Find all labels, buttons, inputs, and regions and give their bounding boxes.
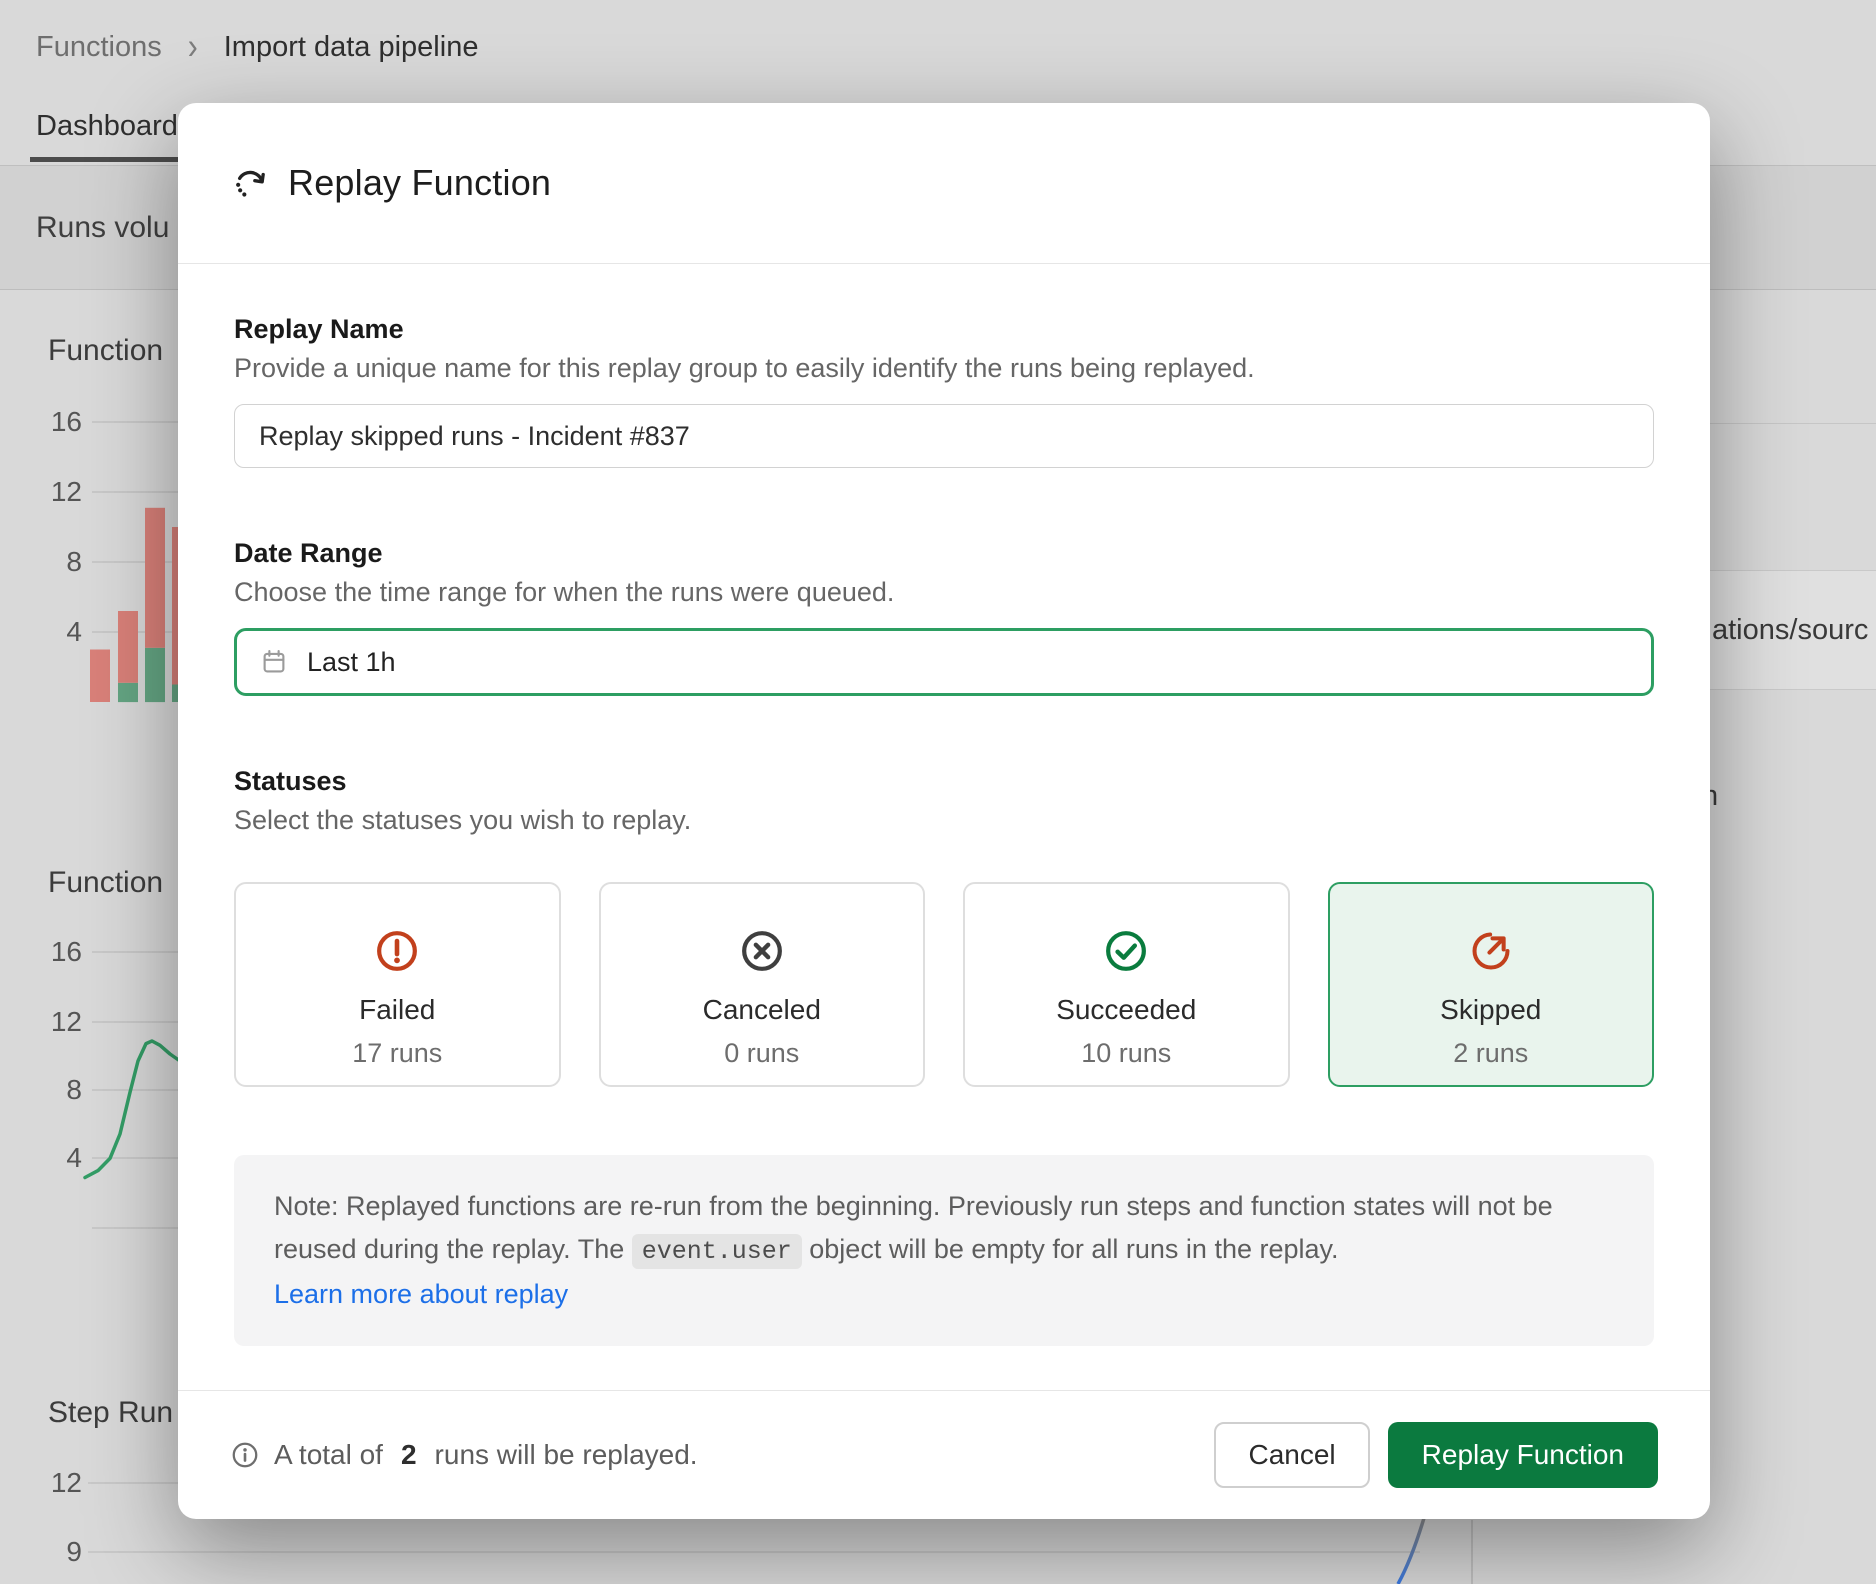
- step-runs-line: [1398, 1518, 1424, 1584]
- chart2-title: Function: [48, 866, 163, 900]
- status-card-runs: 17 runs: [352, 1038, 442, 1069]
- status-card-runs: 2 runs: [1453, 1038, 1528, 1069]
- statuses-section: Statuses Select the statuses you wish to…: [234, 766, 1654, 1087]
- replay-summary: A total of 2 runs will be replayed.: [230, 1439, 698, 1471]
- status-card-succeeded[interactable]: Succeeded 10 runs: [963, 882, 1290, 1087]
- cancel-button[interactable]: Cancel: [1214, 1422, 1369, 1488]
- note-text: Note: Replayed functions are re-run from…: [274, 1185, 1614, 1273]
- chart2-line: [85, 1041, 186, 1178]
- skip-replay-icon: [1468, 928, 1514, 974]
- replay-name-label: Replay Name: [234, 314, 1654, 345]
- breadcrumb-chevron-icon: ›: [188, 26, 198, 69]
- x-circle-icon: [739, 928, 785, 974]
- replay-function-modal: Replay Function Replay Name Provide a un…: [178, 103, 1710, 1519]
- tab-dashboard[interactable]: Dashboard: [36, 110, 178, 143]
- breadcrumb-current-page: Import data pipeline: [224, 31, 479, 64]
- info-icon: [230, 1440, 260, 1470]
- date-range-value: Last 1h: [307, 647, 396, 678]
- summary-suffix: runs will be replayed.: [435, 1439, 698, 1471]
- breadcrumb-functions[interactable]: Functions: [36, 31, 162, 64]
- event-user-code: event.user: [632, 1234, 802, 1269]
- table-row-divider: [1710, 423, 1876, 424]
- status-card-name: Succeeded: [1056, 994, 1196, 1026]
- replay-name-input[interactable]: [234, 404, 1654, 468]
- runs-volume-label: Runs volu: [36, 211, 169, 245]
- table-row-text-fragment: ations/sourc: [1712, 614, 1868, 647]
- summary-count: 2: [401, 1439, 417, 1471]
- replay-icon: [230, 163, 270, 203]
- status-cards: Failed 17 runs Canceled 0 runs: [234, 882, 1654, 1087]
- learn-more-link[interactable]: Learn more about replay: [274, 1273, 568, 1316]
- replay-note: Note: Replayed functions are re-run from…: [234, 1155, 1654, 1346]
- status-card-runs: 0 runs: [724, 1038, 799, 1069]
- statuses-label: Statuses: [234, 766, 1654, 797]
- status-card-name: Skipped: [1440, 994, 1541, 1026]
- chart1-bars: [90, 508, 192, 702]
- statuses-description: Select the statuses you wish to replay.: [234, 805, 1654, 836]
- date-range-picker[interactable]: Last 1h: [234, 628, 1654, 696]
- date-range-description: Choose the time range for when the runs …: [234, 577, 1654, 608]
- footer-buttons: Cancel Replay Function: [1214, 1422, 1658, 1488]
- step-runs-title: Step Run: [48, 1396, 173, 1430]
- status-card-name: Canceled: [703, 994, 821, 1026]
- status-card-runs: 10 runs: [1081, 1038, 1171, 1069]
- status-card-failed[interactable]: Failed 17 runs: [234, 882, 561, 1087]
- replay-name-description: Provide a unique name for this replay gr…: [234, 353, 1654, 384]
- replay-name-section: Replay Name Provide a unique name for th…: [234, 314, 1654, 468]
- modal-body: Replay Name Provide a unique name for th…: [178, 264, 1710, 1390]
- modal-title: Replay Function: [288, 162, 551, 204]
- breadcrumb: Functions › Import data pipeline: [36, 30, 478, 64]
- alert-circle-icon: [374, 928, 420, 974]
- replay-function-button[interactable]: Replay Function: [1388, 1422, 1658, 1488]
- status-card-name: Failed: [359, 994, 435, 1026]
- chart1-title: Function: [48, 334, 163, 368]
- status-card-canceled[interactable]: Canceled 0 runs: [599, 882, 926, 1087]
- status-card-skipped[interactable]: Skipped 2 runs: [1328, 882, 1655, 1087]
- check-circle-icon: [1103, 928, 1149, 974]
- calendar-icon: [259, 647, 289, 677]
- summary-prefix: A total of: [274, 1439, 383, 1471]
- note-suffix: object will be empty for all runs in the…: [802, 1234, 1339, 1264]
- date-range-section: Date Range Choose the time range for whe…: [234, 538, 1654, 696]
- modal-footer: A total of 2 runs will be replayed. Cancel…: [178, 1390, 1710, 1519]
- modal-header: Replay Function: [178, 103, 1710, 264]
- date-range-label: Date Range: [234, 538, 1654, 569]
